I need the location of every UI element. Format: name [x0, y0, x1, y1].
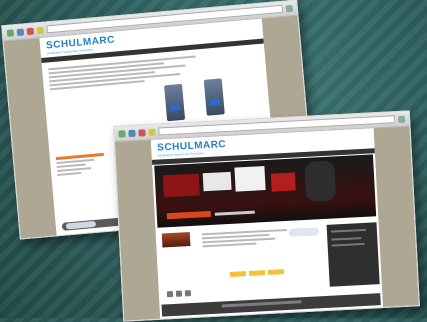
action-button[interactable]: [248, 270, 266, 276]
menu-icon[interactable]: [285, 4, 294, 12]
panel-line: [330, 228, 366, 233]
home-icon[interactable]: [36, 26, 45, 34]
contact-button[interactable]: [288, 227, 320, 237]
panel-line: [331, 242, 365, 247]
sidebar-item[interactable]: [57, 167, 91, 173]
home-icon[interactable]: [148, 128, 156, 136]
side-panel: [326, 222, 380, 287]
panel-line: [331, 237, 362, 241]
instrument-image: [234, 166, 266, 192]
text-line: [202, 242, 257, 248]
machine-image: [203, 78, 225, 116]
footer-bar: [161, 293, 381, 317]
feature-thumbnail[interactable]: [161, 232, 191, 248]
screenshot-front: SCHULMARC Intelligent Inspection Solutio…: [113, 110, 420, 322]
menu-icon[interactable]: [397, 115, 406, 123]
footer-text: [221, 300, 302, 308]
back-icon[interactable]: [6, 28, 15, 37]
social-icon[interactable]: [184, 290, 192, 297]
social-icon[interactable]: [166, 291, 174, 298]
feature-thumbnails: [161, 232, 191, 248]
website-page: SCHULMARC Intelligent Inspection Solutio…: [150, 128, 383, 319]
instrument-image: [162, 173, 200, 198]
social-icons: [166, 290, 192, 298]
action-buttons: [229, 269, 285, 277]
stop-icon[interactable]: [26, 27, 35, 35]
instrument-image: [202, 171, 232, 192]
banner-caption: [214, 210, 255, 216]
footer-button[interactable]: [65, 220, 97, 230]
forward-icon[interactable]: [16, 27, 25, 36]
hero-banner[interactable]: [154, 154, 377, 228]
sidebar-links: [55, 151, 106, 178]
action-button[interactable]: [267, 269, 285, 275]
instrument-image: [304, 160, 337, 202]
machine-image: [164, 83, 186, 122]
banner-label: [166, 210, 211, 220]
back-icon[interactable]: [118, 129, 126, 138]
instrument-image: [270, 172, 296, 192]
social-icon[interactable]: [175, 290, 183, 297]
forward-icon[interactable]: [128, 129, 136, 137]
stop-icon[interactable]: [138, 128, 146, 137]
sidebar-item[interactable]: [57, 171, 82, 177]
action-button[interactable]: [229, 271, 247, 277]
